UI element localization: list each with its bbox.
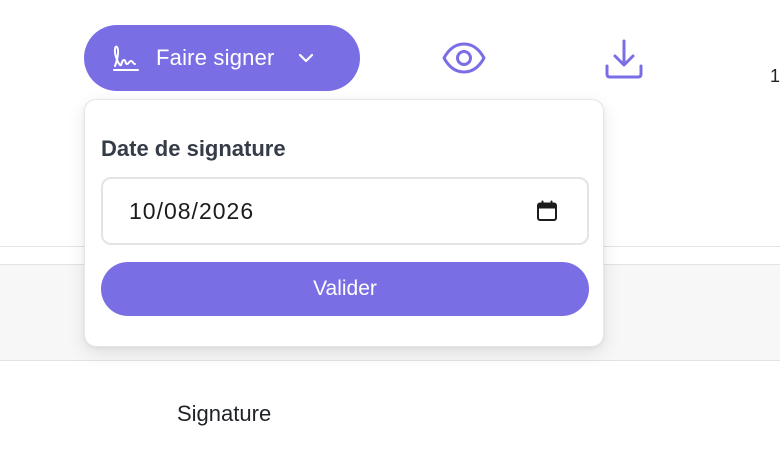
signature-column-label: Signature <box>177 401 272 426</box>
date-value: 10/08/2026 <box>129 197 255 224</box>
app-screen: 1 Signature Faire signer Date de signatu… <box>0 0 780 460</box>
signature-icon <box>110 42 142 74</box>
validate-button-label: Valider <box>313 277 377 300</box>
signature-date-popover: Date de signature 10/08/2026 Valider <box>84 99 604 347</box>
signature-date-input[interactable]: 10/08/2026 <box>101 177 589 245</box>
date-field-label: Date de signature <box>101 136 286 161</box>
partial-text: 1 <box>770 66 780 86</box>
calendar-icon[interactable] <box>535 199 559 223</box>
download-icon <box>602 36 646 80</box>
divider-line <box>0 360 780 361</box>
sign-button-label: Faire signer <box>156 45 275 70</box>
download-button[interactable] <box>600 34 648 82</box>
eye-icon <box>441 40 487 76</box>
sign-dropdown-button[interactable]: Faire signer <box>84 25 360 91</box>
validate-button[interactable]: Valider <box>101 262 589 316</box>
chevron-down-icon <box>295 47 317 69</box>
preview-button[interactable] <box>440 34 488 82</box>
